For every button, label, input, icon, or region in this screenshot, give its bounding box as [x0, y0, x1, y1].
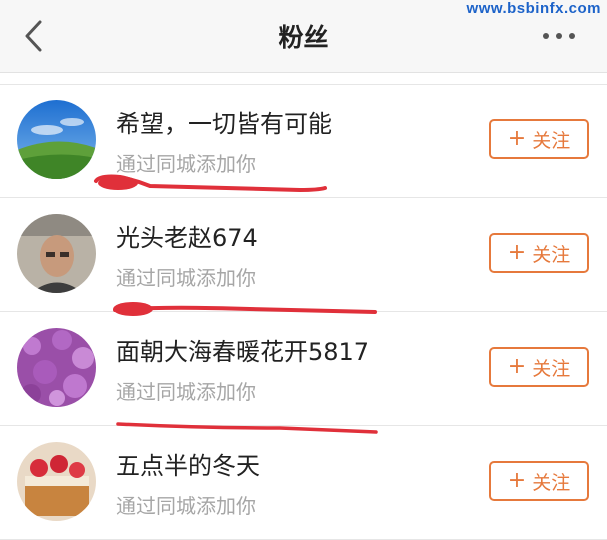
follow-button[interactable]: + 关注	[489, 233, 589, 273]
follower-row[interactable]: 光头老赵674 通过同城添加你 + 关注	[0, 198, 607, 312]
follower-name: 五点半的冬天	[116, 452, 260, 480]
landscape-avatar-image	[17, 100, 96, 179]
follower-name: 光头老赵674	[116, 224, 258, 252]
person-avatar-image	[17, 214, 96, 293]
follower-row[interactable]: 五点半的冬天 通过同城添加你 + 关注	[0, 426, 607, 540]
follower-source: 通过同城添加你	[116, 494, 256, 518]
cake-avatar-image	[17, 442, 96, 521]
follower-source: 通过同城添加你	[116, 152, 256, 176]
page-title: 粉丝	[278, 23, 329, 52]
follower-name: 希望，一切皆有可能	[116, 110, 332, 138]
watermark-text: www.bsbinfx.com	[466, 0, 601, 17]
avatar[interactable]	[17, 100, 96, 179]
follow-button-label: 关注	[532, 357, 571, 380]
follower-row[interactable]: 希望，一切皆有可能 通过同城添加你 + 关注	[0, 84, 607, 198]
follower-source: 通过同城添加你	[116, 380, 256, 404]
follow-button-label: 关注	[532, 471, 571, 494]
follower-list: 希望，一切皆有可能 通过同城添加你 + 关注 光头老赵674 通过同城添加你 +…	[0, 84, 607, 540]
plus-icon: +	[507, 126, 527, 151]
plus-icon: +	[507, 354, 527, 379]
follower-row[interactable]: 面朝大海春暖花开5817 通过同城添加你 + 关注	[0, 312, 607, 426]
plus-icon: +	[507, 240, 527, 265]
avatar[interactable]	[17, 214, 96, 293]
follow-button-label: 关注	[532, 129, 571, 152]
follower-source: 通过同城添加你	[116, 266, 256, 290]
flowers-avatar-image	[17, 328, 96, 407]
follow-button[interactable]: + 关注	[489, 461, 589, 501]
follow-button-label: 关注	[532, 243, 571, 266]
more-horizontal-icon[interactable]	[542, 32, 576, 40]
follow-button[interactable]: + 关注	[489, 347, 589, 387]
follow-button[interactable]: + 关注	[489, 119, 589, 159]
follower-name: 面朝大海春暖花开5817	[116, 338, 370, 366]
avatar[interactable]	[17, 328, 96, 407]
plus-icon: +	[507, 468, 527, 493]
avatar[interactable]	[17, 442, 96, 521]
